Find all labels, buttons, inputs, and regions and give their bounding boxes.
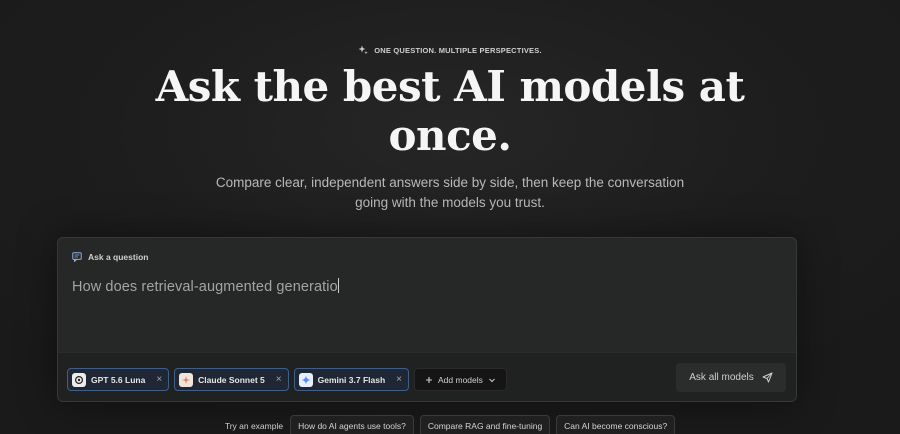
model-chip-label: GPT 5.6 Luna	[91, 374, 146, 385]
remove-model-button[interactable]: ×	[396, 374, 402, 385]
subtitle-line-2: going with the models you trust.	[355, 195, 545, 210]
composer-footer: GPT 5.6 Luna × Claude Sonnet 5 × Gemini …	[58, 352, 796, 401]
claude-logo-icon	[179, 372, 194, 387]
remove-model-button[interactable]: ×	[276, 374, 282, 385]
model-chip-claude[interactable]: Claude Sonnet 5 ×	[174, 368, 289, 391]
question-input[interactable]: How does retrieval-augmented generatio	[72, 278, 672, 295]
model-chip-label: Gemini 3.7 Flash	[317, 374, 386, 385]
model-chip-gemini[interactable]: Gemini 3.7 Flash ×	[293, 368, 410, 391]
ask-all-models-button[interactable]: Ask all models	[676, 363, 786, 392]
page-title: Ask the best AI models at once.	[150, 62, 750, 160]
question-input-value: How does retrieval-augmented generatio	[72, 279, 338, 295]
example-chip[interactable]: Compare RAG and fine-tuning	[419, 415, 551, 434]
remove-model-button[interactable]: ×	[156, 374, 162, 385]
composer-label: Ask a question	[72, 252, 148, 262]
eyebrow-text: ONE QUESTION. MULTIPLE PERSPECTIVES.	[374, 45, 542, 55]
example-chip[interactable]: Can AI become conscious?	[556, 415, 676, 434]
sparkle-icon	[358, 45, 368, 55]
example-prompts: Try an example How do AI agents use tool…	[0, 415, 900, 434]
question-composer: Ask a question How does retrieval-augmen…	[57, 237, 797, 402]
hero-subtitle: Compare clear, independent answers side …	[180, 173, 720, 213]
hero-eyebrow: ONE QUESTION. MULTIPLE PERSPECTIVES.	[0, 45, 900, 55]
send-icon	[762, 372, 773, 383]
gemini-logo-icon	[298, 372, 313, 387]
chat-icon	[72, 252, 82, 262]
text-caret	[337, 278, 339, 293]
example-chip[interactable]: How do AI agents use tools?	[290, 415, 414, 434]
openai-logo-icon	[72, 372, 86, 387]
model-chip-label: Claude Sonnet 5	[198, 374, 265, 385]
subtitle-line-1: Compare clear, independent answers side …	[215, 175, 685, 190]
ask-all-models-label: Ask all models	[689, 372, 754, 383]
add-models-button[interactable]: Add models	[414, 368, 507, 391]
model-chip-list: GPT 5.6 Luna × Claude Sonnet 5 × Gemini …	[67, 368, 507, 391]
composer-label-text: Ask a question	[88, 252, 149, 262]
plus-icon	[426, 376, 433, 383]
add-models-label: Add models	[438, 374, 483, 385]
examples-label: Try an example	[224, 421, 284, 431]
chevron-down-icon	[489, 378, 495, 382]
headline-line-2: once.	[388, 111, 512, 160]
headline-line-1: Ask the best AI models at	[155, 62, 745, 111]
model-chip-gpt[interactable]: GPT 5.6 Luna ×	[67, 368, 170, 391]
